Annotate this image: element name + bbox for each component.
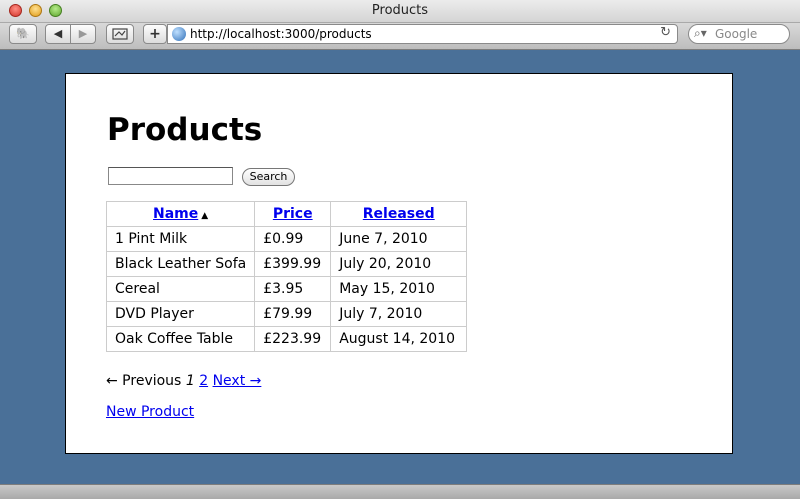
previous-page-label: ← Previous <box>106 373 182 389</box>
table-row: Cereal £3.95 May 15, 2010 <box>105 276 468 302</box>
product-released: June 7, 2010 <box>330 226 468 252</box>
next-page-link[interactable]: Next → <box>213 373 262 389</box>
window-title: Products <box>371 3 429 18</box>
search-button[interactable]: Search <box>242 168 295 186</box>
product-price: £3.95 <box>254 276 332 302</box>
browser-toolbar: 🐘 ◀ ▶ + http://localhost:3000/products ↻… <box>0 23 800 50</box>
product-price: £79.99 <box>254 301 332 327</box>
table-row: 1 Pint Milk £0.99 June 7, 2010 <box>105 226 468 252</box>
web-search-field[interactable]: ⌕▾ Google <box>688 24 790 44</box>
product-search-input[interactable] <box>108 167 233 185</box>
current-page: 1 <box>185 373 195 389</box>
pagination: ← Previous 1 2 Next → <box>106 373 261 389</box>
product-released: May 15, 2010 <box>330 276 468 302</box>
evernote-button[interactable]: 🐘 <box>9 24 37 44</box>
products-table: Name ▲ Price Released 1 Pint Milk £0.99 J… <box>105 201 468 352</box>
page-content: Products Search Name ▲ Price Released 1 P… <box>65 73 733 454</box>
address-bar[interactable]: http://localhost:3000/products ↻ <box>167 24 678 44</box>
product-name: Cereal <box>105 276 256 302</box>
search-placeholder: Google <box>715 27 758 41</box>
forward-arrow-icon: ▶ <box>78 27 88 40</box>
table-row: DVD Player £79.99 July 7, 2010 <box>105 301 468 327</box>
forward-button[interactable]: ▶ <box>70 24 96 44</box>
product-name: Black Leather Sofa <box>105 251 256 277</box>
new-product-link[interactable]: New Product <box>106 404 194 420</box>
product-released: July 7, 2010 <box>330 301 468 327</box>
back-button[interactable]: ◀ <box>45 24 71 44</box>
column-header-released: Released <box>330 201 468 227</box>
product-released: July 20, 2010 <box>330 251 468 277</box>
column-header-price: Price <box>254 201 332 227</box>
sort-by-released-link[interactable]: Released <box>363 206 435 222</box>
sort-by-name-link[interactable]: Name <box>153 206 198 222</box>
url-text: http://localhost:3000/products <box>190 27 372 41</box>
product-price: £399.99 <box>254 251 332 277</box>
product-name: 1 Pint Milk <box>105 226 256 252</box>
snapback-button[interactable] <box>106 24 134 44</box>
product-price: £223.99 <box>254 326 332 352</box>
product-name: Oak Coffee Table <box>105 326 256 352</box>
table-header-row: Name ▲ Price Released <box>105 201 468 227</box>
elephant-icon: 🐘 <box>16 27 30 40</box>
page-title: Products <box>107 112 263 148</box>
window-bottom-edge <box>0 484 800 499</box>
product-price: £0.99 <box>254 226 332 252</box>
column-header-name: Name ▲ <box>105 201 256 227</box>
page-2-link[interactable]: 2 <box>199 373 208 389</box>
search-icon: ⌕▾ <box>694 26 707 40</box>
table-row: Oak Coffee Table £223.99 August 14, 2010 <box>105 326 468 352</box>
reload-icon[interactable]: ↻ <box>660 25 671 40</box>
globe-icon <box>172 27 186 41</box>
plus-icon: + <box>149 26 161 42</box>
snapback-icon <box>112 28 128 40</box>
sort-by-price-link[interactable]: Price <box>273 206 313 222</box>
product-released: August 14, 2010 <box>330 326 468 352</box>
sort-ascending-icon: ▲ <box>201 211 209 221</box>
product-name: DVD Player <box>105 301 256 327</box>
table-row: Black Leather Sofa £399.99 July 20, 2010 <box>105 251 468 277</box>
back-arrow-icon: ◀ <box>53 27 63 40</box>
title-bar: Products <box>0 0 800 23</box>
add-bookmark-button[interactable]: + <box>143 24 167 44</box>
